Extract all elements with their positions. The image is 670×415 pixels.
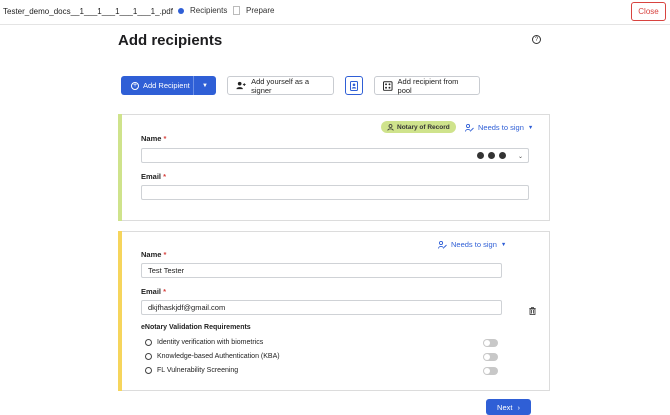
main-content: Add recipients ? + Add Recipient ▼ Add y… <box>0 25 670 415</box>
requirement-toggle[interactable] <box>483 339 498 347</box>
email-field[interactable]: dkjfhaskjdf@gmail.com <box>141 300 502 315</box>
role-label: Needs to sign <box>451 240 497 249</box>
more-options-icon[interactable] <box>477 152 506 159</box>
requirements-title: eNotary Validation Requirements <box>141 324 251 331</box>
trash-icon[interactable] <box>529 307 536 315</box>
role-dropdown[interactable]: Needs to sign ▼ <box>438 240 506 249</box>
signer-icon <box>438 240 447 249</box>
next-button[interactable]: Next › <box>486 399 531 415</box>
role-dropdown[interactable]: Needs to sign ▼ <box>465 123 533 132</box>
email-field[interactable] <box>141 185 529 200</box>
name-field[interactable]: Test Tester <box>141 263 502 278</box>
page-title: Add recipients <box>118 32 223 49</box>
chevron-down-icon[interactable]: ⌄ <box>518 153 523 160</box>
email-label: Email * <box>141 172 167 181</box>
top-bar: Tester_demo_docs__1___1___1___1___1_.pdf… <box>0 0 670 25</box>
add-from-pool-label: Add recipient from pool <box>397 76 459 95</box>
step-prepare[interactable]: Prepare <box>233 6 274 15</box>
name-label: Name * <box>141 250 167 259</box>
recipient-card-2: Needs to sign ▼ Name * Test Tester Email… <box>118 231 550 391</box>
add-yourself-button[interactable]: Add yourself as a signer <box>227 76 334 95</box>
notary-badge: Notary of Record <box>381 121 456 133</box>
step-recipients[interactable]: Recipients <box>178 6 227 15</box>
radio-button[interactable] <box>145 339 152 346</box>
pool-grid-icon <box>383 80 393 91</box>
recipient-accent-bar <box>118 231 122 391</box>
add-recipient-main[interactable]: + Add Recipient <box>121 76 194 95</box>
user-plus-icon <box>236 81 246 90</box>
requirement-row[interactable]: Identity verification with biometrics <box>145 339 263 346</box>
requirement-row[interactable]: Knowledge-based Authentication (KBA) <box>145 353 280 360</box>
requirement-row[interactable]: FL Vulnerability Screening <box>145 367 238 374</box>
next-label: Next <box>497 402 513 412</box>
contact-book-icon <box>350 80 358 91</box>
contacts-button[interactable] <box>345 76 363 95</box>
plus-circle-icon: + <box>131 81 139 90</box>
document-title: Tester_demo_docs__1___1___1___1___1_.pdf <box>3 7 173 16</box>
requirement-label: Identity verification with biometrics <box>157 339 264 346</box>
help-icon[interactable]: ? <box>532 35 541 44</box>
add-recipient-dropdown[interactable]: ▼ <box>194 76 216 95</box>
name-field[interactable]: ⌄ <box>141 148 529 163</box>
chevron-right-icon: › <box>517 402 520 412</box>
role-label: Needs to sign <box>478 123 524 132</box>
name-label: Name * <box>141 134 167 143</box>
radio-button[interactable] <box>145 353 152 360</box>
recipient-accent-bar <box>118 114 122 221</box>
requirement-toggle[interactable] <box>483 367 498 375</box>
chevron-down-icon: ▼ <box>500 241 507 248</box>
requirement-label: Knowledge-based Authentication (KBA) <box>157 353 280 360</box>
document-icon <box>233 6 240 15</box>
email-label: Email * <box>141 287 167 296</box>
person-icon <box>387 123 394 131</box>
chevron-down-icon: ▼ <box>527 124 534 131</box>
requirement-toggle[interactable] <box>483 353 498 361</box>
requirement-label: FL Vulnerability Screening <box>157 367 239 374</box>
add-recipient-button[interactable]: + Add Recipient ▼ <box>121 76 216 95</box>
step-label: Recipients <box>190 6 228 15</box>
add-recipient-label: Add Recipient <box>143 81 190 90</box>
recipient-card-1: Notary of Record Needs to sign ▼ Name * … <box>118 114 550 221</box>
notary-badge-label: Notary of Record <box>397 123 450 131</box>
step-label: Prepare <box>246 6 275 15</box>
caret-down-icon: ▼ <box>202 82 208 89</box>
add-from-pool-button[interactable]: Add recipient from pool <box>374 76 480 95</box>
signer-icon <box>465 123 474 132</box>
radio-button[interactable] <box>145 367 152 374</box>
active-step-icon <box>178 7 184 14</box>
add-yourself-label: Add yourself as a signer <box>251 76 310 95</box>
close-button[interactable]: Close <box>631 2 666 21</box>
